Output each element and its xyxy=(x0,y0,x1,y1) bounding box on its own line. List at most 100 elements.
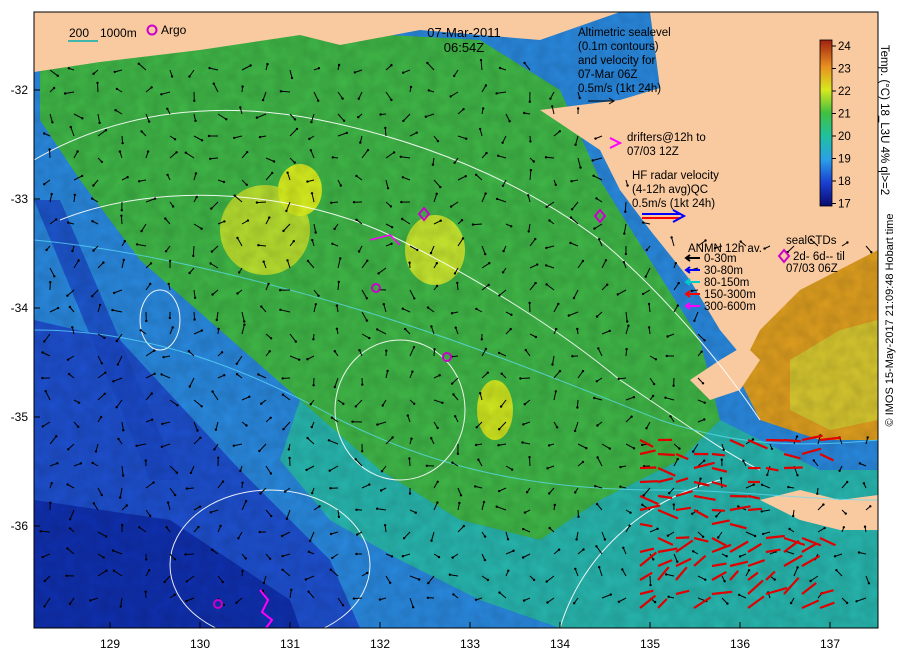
velocity-arrow-head xyxy=(846,602,848,604)
velocity-arrow-head xyxy=(66,547,68,549)
velocity-arrow-head xyxy=(726,602,728,604)
velocity-arrow-head xyxy=(652,395,654,397)
velocity-arrow-head xyxy=(51,121,53,123)
velocity-arrow-head xyxy=(497,444,499,446)
velocity-arrow-head xyxy=(437,481,439,483)
velocity-arrow-head xyxy=(598,566,600,568)
velocity-arrow-head xyxy=(723,580,725,582)
velocity-arrow-head xyxy=(416,249,418,251)
velocity-arrow-head xyxy=(427,306,429,308)
velocity-arrow-head xyxy=(633,396,635,398)
velocity-arrow-head xyxy=(44,580,46,582)
velocity-arrow-head xyxy=(754,535,756,537)
velocity-arrow-head xyxy=(703,339,705,341)
velocity-arrow-head xyxy=(306,358,308,360)
velocity-arrow-head xyxy=(407,414,409,416)
velocity-arrow-head xyxy=(235,602,237,604)
velocity-arrow-head xyxy=(245,424,247,426)
velocity-arrow-head xyxy=(174,494,176,496)
velocity-arrow-head xyxy=(704,402,706,404)
velocity-arrow-head xyxy=(628,525,630,527)
velocity-arrow-head xyxy=(102,261,104,263)
velocity-arrow-head xyxy=(112,549,114,551)
colorbar-tick-label: 24 xyxy=(838,41,851,53)
velocity-arrow-head xyxy=(655,358,657,360)
velocity-arrow-head xyxy=(144,591,146,593)
velocity-arrow-head xyxy=(455,327,457,329)
velocity-arrow-head xyxy=(194,120,196,122)
velocity-arrow-head xyxy=(339,257,341,259)
velocity-arrow-head xyxy=(92,73,94,75)
velocity-arrow-head xyxy=(548,219,550,221)
velocity-arrow-head xyxy=(593,227,595,229)
velocity-arrow-head xyxy=(678,447,680,449)
anmn-legend-label: 300-600m xyxy=(704,301,756,313)
velocity-arrow-head xyxy=(846,241,848,243)
velocity-arrow-head xyxy=(95,450,97,452)
velocity-arrow-head xyxy=(761,484,763,486)
velocity-arrow-head xyxy=(652,558,654,560)
hf-radar-arrow xyxy=(712,510,725,511)
velocity-arrow-head xyxy=(390,64,392,66)
velocity-arrow-head xyxy=(451,382,453,384)
velocity-arrow-head xyxy=(260,305,262,307)
velocity-arrow-head xyxy=(213,448,215,450)
velocity-arrow-head xyxy=(677,304,679,306)
velocity-arrow-head xyxy=(122,474,124,476)
velocity-arrow-head xyxy=(545,247,547,249)
velocity-arrow-head xyxy=(484,559,486,561)
velocity-arrow-head xyxy=(625,348,627,350)
velocity-arrow-head xyxy=(523,599,525,601)
hf-radar-arrow xyxy=(712,454,725,455)
velocity-arrow-head xyxy=(366,572,368,574)
velocity-arrow-head xyxy=(103,337,105,339)
velocity-arrow-head xyxy=(201,405,203,407)
velocity-arrow-head xyxy=(432,164,434,166)
velocity-arrow-head xyxy=(355,509,357,511)
velocity-arrow-head xyxy=(330,202,332,204)
velocity-arrow-head xyxy=(428,89,430,91)
velocity-arrow-head xyxy=(592,159,594,161)
velocity-arrow-head xyxy=(484,535,486,537)
velocity-arrow-head xyxy=(249,64,251,66)
velocity-arrow-head xyxy=(268,216,270,218)
velocity-arrow-head xyxy=(485,152,487,154)
velocity-arrow-head xyxy=(570,216,572,218)
velocity-arrow-head xyxy=(449,574,451,576)
velocity-arrow-head xyxy=(67,359,69,361)
velocity-arrow-head xyxy=(402,555,404,557)
velocity-arrow-head xyxy=(151,419,153,421)
velocity-arrow-head xyxy=(555,328,557,330)
velocity-arrow-head xyxy=(436,285,438,287)
velocity-arrow-head xyxy=(288,457,290,459)
velocity-arrow-head xyxy=(312,384,314,386)
velocity-arrow-head xyxy=(184,553,186,555)
velocity-arrow-head xyxy=(670,236,672,238)
velocity-arrow-head xyxy=(154,197,156,199)
velocity-arrow-head xyxy=(633,447,635,449)
velocity-arrow-head xyxy=(361,383,363,385)
velocity-arrow-head xyxy=(453,162,455,164)
velocity-arrow-head xyxy=(648,303,650,305)
velocity-arrow-head xyxy=(282,377,284,379)
velocity-arrow-head xyxy=(574,568,576,570)
velocity-arrow-head xyxy=(161,446,163,448)
velocity-arrow-head xyxy=(502,271,504,273)
velocity-arrow-head xyxy=(273,160,275,162)
velocity-arrow-head xyxy=(498,591,500,593)
velocity-arrow-head xyxy=(76,150,78,152)
velocity-arrow-head xyxy=(233,137,235,139)
velocity-arrow-head xyxy=(246,151,248,153)
velocity-arrow-head xyxy=(136,243,138,245)
velocity-arrow-head xyxy=(528,230,530,232)
velocity-arrow xyxy=(520,378,530,379)
velocity-arrow-head xyxy=(45,390,47,392)
velocity-arrow-head xyxy=(310,121,312,123)
velocity-arrow-head xyxy=(174,138,176,140)
velocity-arrow-head xyxy=(725,555,727,557)
velocity-arrow-head xyxy=(172,205,174,207)
velocity-arrow-head xyxy=(574,144,576,146)
velocity-arrow-head xyxy=(522,556,524,558)
velocity-arrow-head xyxy=(209,158,211,160)
velocity-arrow-head xyxy=(436,193,438,195)
